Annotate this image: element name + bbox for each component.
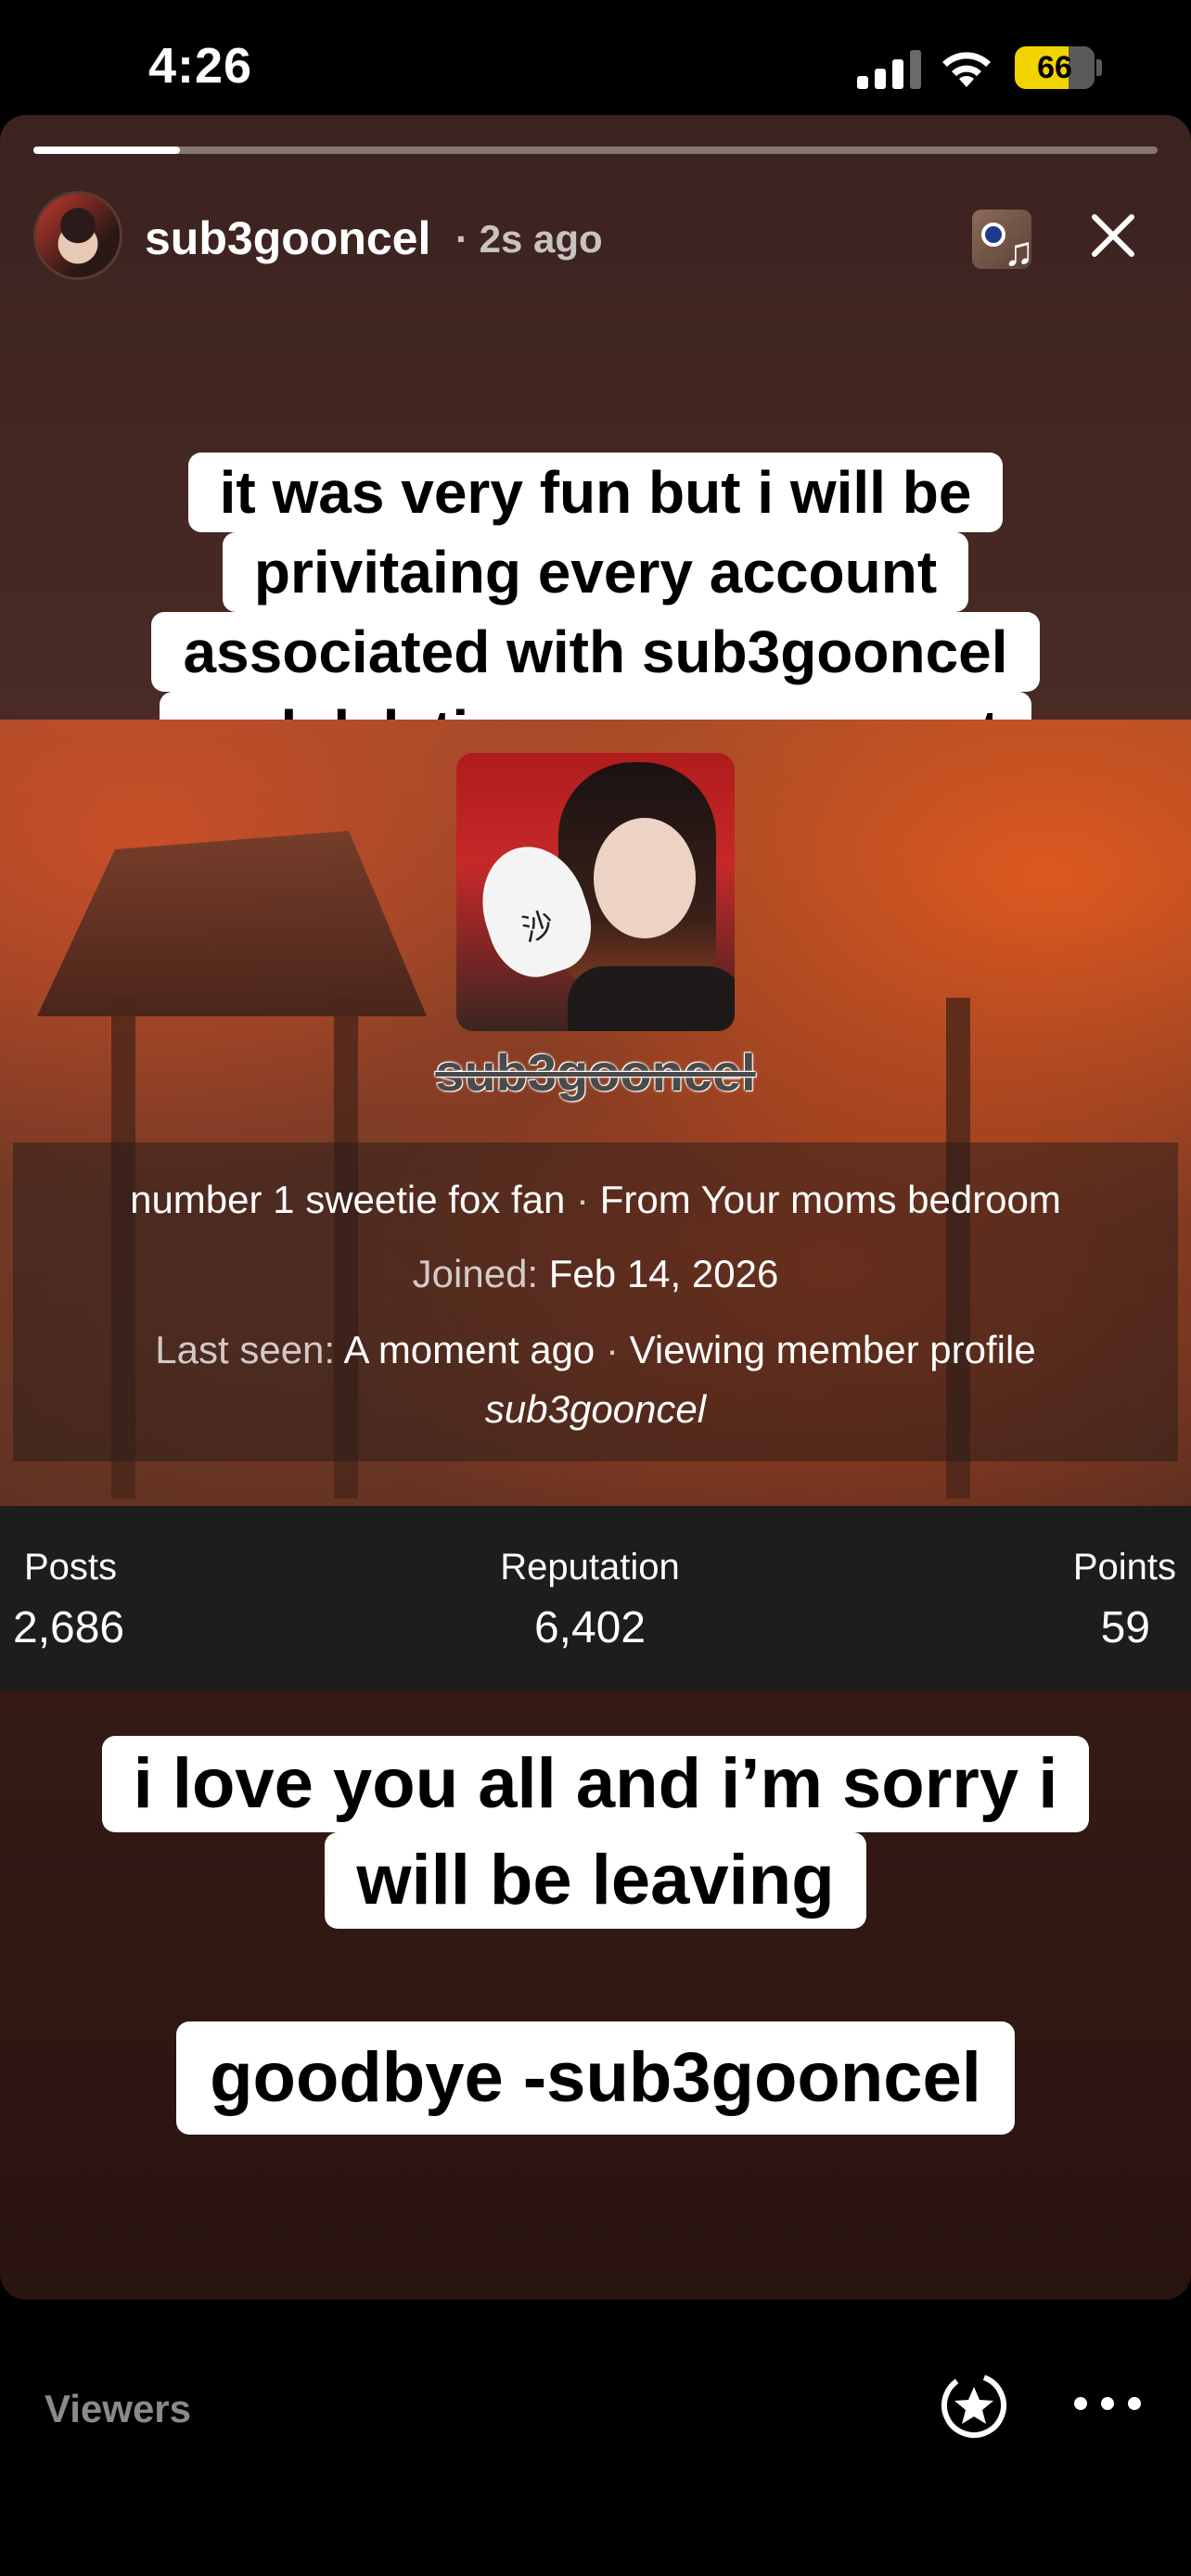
profile-bio: number 1 sweetie fox fan [130, 1178, 566, 1221]
activity-target: sub3gooncel [484, 1387, 707, 1431]
caption-bottom: goodbye -sub3gooncel [0, 2021, 1191, 2135]
stat-reputation-label: Reputation [500, 1547, 680, 1588]
caption-line: it was very fun but i will be [187, 453, 1004, 532]
profile-screenshot: 沙 sub3gooncel number 1 sweetie fox fan ·… [0, 720, 1191, 1506]
caption-line: will be leaving [325, 1832, 866, 1929]
caption-line: privitaing every account [222, 532, 969, 612]
avatar[interactable] [33, 191, 122, 280]
story-card[interactable]: sub3gooncel · 2s ago ♫ it was very fun b… [0, 115, 1191, 2300]
stat-points-label: Points [1072, 1547, 1176, 1588]
caption-line: i love you all and i’m sorry i [101, 1736, 1090, 1832]
story-header: sub3gooncel · 2s ago ♫ [33, 191, 1158, 280]
profile-bio-line: number 1 sweetie fox fan · From Your mom… [130, 1178, 1061, 1221]
story-progress-fill [33, 147, 180, 154]
stat-points-value: 59 [1100, 1603, 1150, 1652]
profile-info-panel: number 1 sweetie fox fan · From Your mom… [13, 1142, 1178, 1461]
close-icon[interactable] [1085, 208, 1141, 263]
star-circle-icon[interactable] [939, 2370, 1009, 2441]
wifi-icon [942, 52, 991, 87]
profile-name: sub3gooncel [435, 1043, 756, 1102]
battery-percent: 66 [1037, 50, 1072, 85]
bottom-bar: Viewers [0, 2300, 1191, 2576]
profile-last-seen-line: Last seen: A moment ago · Viewing member… [155, 1328, 1036, 1371]
battery-tip [1096, 59, 1102, 76]
status-bar: 4:26 66 [0, 0, 1191, 111]
last-seen-label: Last seen: [155, 1328, 336, 1371]
battery-icon: 66 [1015, 46, 1095, 89]
viewers-button[interactable]: Viewers [45, 2387, 191, 2431]
activity: Viewing member profile [629, 1328, 1036, 1371]
joined-value: Feb 14, 2026 [548, 1252, 779, 1295]
music-note-icon[interactable]: ♫ [972, 210, 1034, 273]
profile-joined-line: Joined: Feb 14, 2026 [13, 1252, 1178, 1296]
caption-middle: i love you all and i’m sorry i will be l… [0, 1736, 1191, 1929]
story-progress-bar [33, 147, 1158, 154]
story-username[interactable]: sub3gooncel [145, 211, 430, 265]
cellular-signal-icon [857, 46, 922, 89]
more-options-icon[interactable] [1074, 2385, 1141, 2422]
profile-avatar: 沙 [456, 753, 735, 1031]
background-temple-roof [37, 831, 427, 1016]
caption-line: associated with sub3gooncel [151, 612, 1040, 692]
caption-line: goodbye -sub3gooncel [176, 2021, 1015, 2135]
joined-label: Joined: [412, 1252, 539, 1295]
stat-reputation-value: 6,402 [533, 1603, 647, 1652]
status-time: 4:26 [148, 38, 253, 94]
last-seen-value: A moment ago [343, 1328, 596, 1371]
profile-from: From Your moms bedroom [599, 1178, 1061, 1221]
profile-stats: Posts 2,686 Reputation 6,402 Points 59 [0, 1506, 1191, 1691]
story-time-ago: · 2s ago [455, 217, 603, 261]
